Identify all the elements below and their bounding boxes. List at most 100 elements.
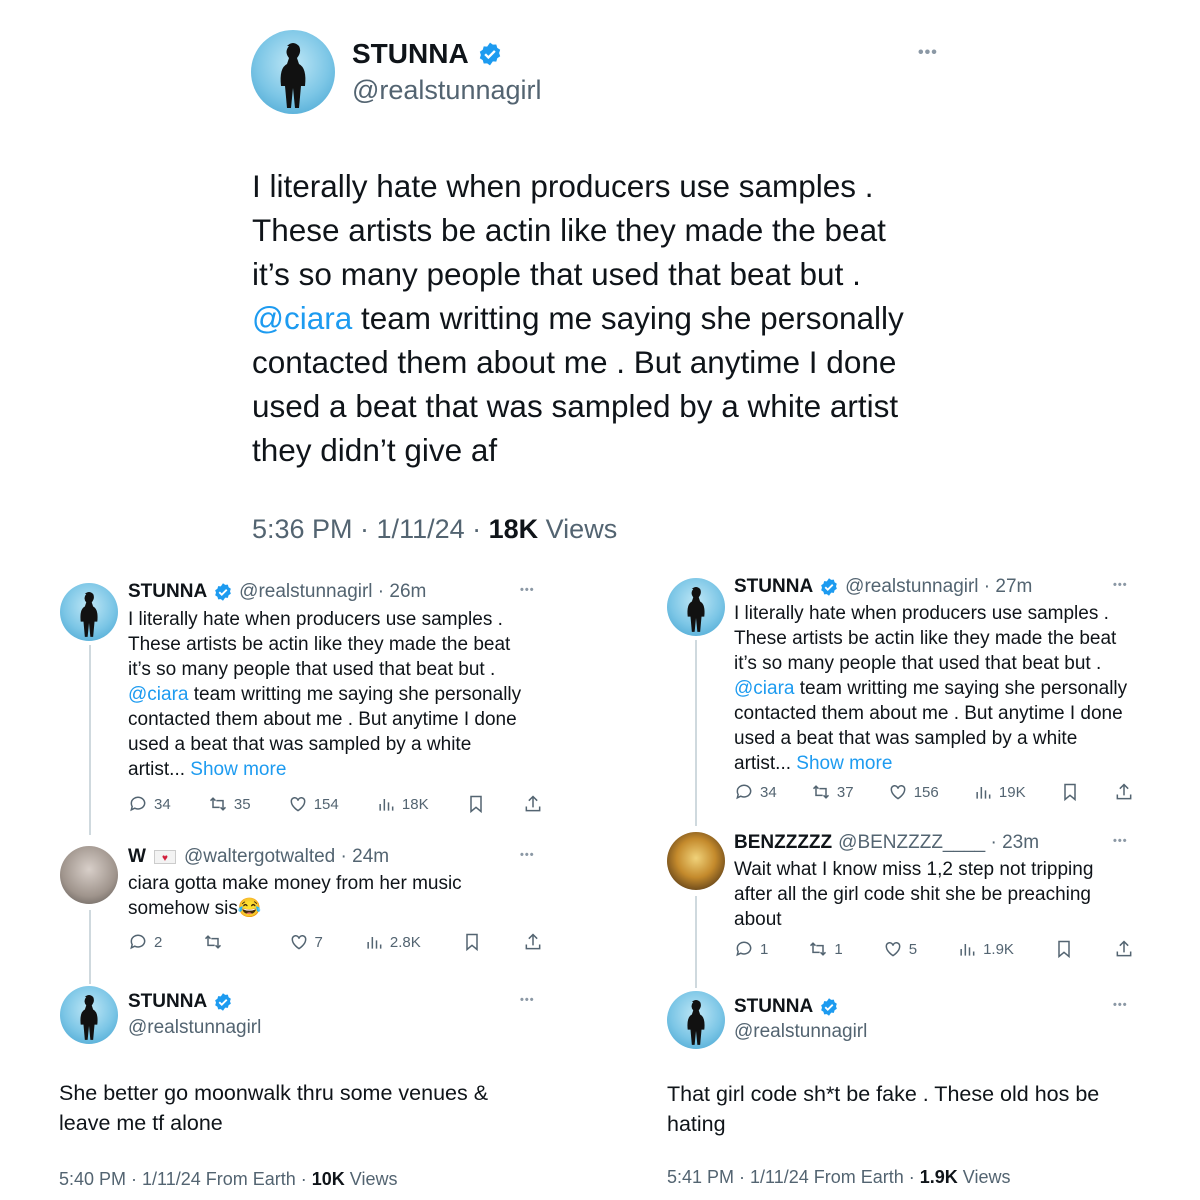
author-handle[interactable]: @BENZZZZ____ · 23m bbox=[838, 832, 1039, 854]
reply-icon bbox=[130, 934, 146, 950]
views-button[interactable]: 1.9K bbox=[957, 939, 1014, 959]
share-button[interactable] bbox=[523, 932, 543, 952]
retweet-button[interactable]: 35 bbox=[208, 794, 251, 814]
text-span: artist... bbox=[128, 759, 191, 780]
timestamp[interactable]: 5:41 PM · 1/11/24 From Earth · bbox=[667, 1167, 920, 1187]
tweet-meta: 5:40 PM · 1/11/24 From Earth · 10K Views bbox=[59, 1169, 398, 1190]
like-count: 7 bbox=[314, 933, 323, 951]
author-name[interactable]: STUNNA bbox=[128, 991, 207, 1013]
retweet-icon bbox=[812, 785, 829, 799]
mention-link[interactable]: @ciara bbox=[734, 678, 794, 699]
share-button[interactable] bbox=[1114, 782, 1134, 802]
bookmark-button[interactable] bbox=[1054, 939, 1074, 959]
text-line: ciara gotta make money from her music bbox=[128, 873, 462, 894]
tweet-avatar[interactable] bbox=[667, 578, 725, 636]
like-button[interactable]: 154 bbox=[288, 794, 339, 814]
views-icon bbox=[379, 799, 394, 811]
more-options-icon[interactable]: ••• bbox=[1113, 835, 1128, 847]
action-bar: 1 1 5 1.9K bbox=[734, 939, 1134, 959]
verified-icon bbox=[215, 993, 232, 1011]
verified-icon bbox=[821, 998, 838, 1016]
views-label: Views bbox=[344, 1169, 398, 1189]
more-options-icon[interactable]: ••• bbox=[918, 44, 938, 62]
show-more-link[interactable]: Show more bbox=[190, 759, 286, 780]
show-more-link[interactable]: Show more bbox=[796, 753, 892, 774]
like-button[interactable]: 7 bbox=[289, 932, 323, 952]
bookmark-button[interactable] bbox=[462, 932, 482, 952]
share-button[interactable] bbox=[523, 794, 543, 814]
main-tweet-text: I literally hate when producers use samp… bbox=[252, 164, 952, 472]
bookmark-button[interactable] bbox=[466, 794, 486, 814]
action-bar: 2 7 2.8K bbox=[128, 932, 543, 952]
timestamp[interactable]: 5:40 PM · 1/11/24 From Earth · bbox=[59, 1169, 312, 1189]
like-button[interactable]: 156 bbox=[888, 782, 939, 802]
bookmark-icon bbox=[466, 933, 478, 952]
reply-button[interactable]: 34 bbox=[734, 782, 777, 802]
author-handle[interactable]: @realstunnagirl · 27m bbox=[845, 576, 1032, 598]
author-name[interactable]: W bbox=[128, 846, 146, 868]
reply-count: 2 bbox=[154, 933, 163, 951]
author-handle[interactable]: @waltergotwalted · 24m bbox=[184, 846, 389, 868]
author-handle[interactable]: @realstunnagirl bbox=[128, 1017, 261, 1039]
mention-link[interactable]: @ciara bbox=[128, 684, 188, 705]
tweet-avatar[interactable] bbox=[667, 991, 725, 1049]
more-options-icon[interactable]: ••• bbox=[520, 584, 535, 596]
retweet-button[interactable]: 37 bbox=[811, 782, 854, 802]
text-line: leave me tf alone bbox=[59, 1111, 223, 1135]
text-line: I literally hate when producers use samp… bbox=[734, 603, 1109, 624]
views-icon bbox=[976, 787, 991, 799]
views-count: 18K bbox=[401, 795, 429, 813]
tweet-avatar[interactable] bbox=[60, 583, 118, 641]
share-icon bbox=[525, 795, 541, 812]
mention-link[interactable]: @ciara bbox=[252, 300, 352, 336]
author-name[interactable]: BENZZZZZ bbox=[734, 832, 832, 854]
more-options-icon[interactable]: ••• bbox=[1113, 999, 1128, 1011]
text-line: used a beat that was sampled by a white bbox=[128, 734, 472, 755]
tweet-header: W ♥ @waltergotwalted · 24m bbox=[128, 846, 389, 868]
author-name[interactable]: STUNNA bbox=[734, 576, 813, 598]
more-options-icon[interactable]: ••• bbox=[520, 849, 535, 861]
text-line: artist... Show more bbox=[734, 751, 1164, 776]
bookmark-icon bbox=[1064, 783, 1076, 802]
like-button[interactable]: 5 bbox=[883, 939, 917, 959]
text-line: Wait what I know miss 1,2 step not tripp… bbox=[734, 859, 1094, 880]
tweet-avatar[interactable] bbox=[667, 832, 725, 890]
more-options-icon[interactable]: ••• bbox=[1113, 579, 1128, 591]
main-avatar[interactable] bbox=[251, 30, 335, 114]
reply-button[interactable]: 2 bbox=[128, 932, 162, 952]
tweet-avatar[interactable] bbox=[60, 846, 118, 904]
main-timestamp[interactable]: 5:36 PM · 1/11/24 · bbox=[252, 514, 489, 544]
tweet-header: STUNNA @realstunnagirl · 27m bbox=[734, 576, 1032, 598]
author-name[interactable]: STUNNA bbox=[734, 996, 813, 1018]
retweet-button[interactable] bbox=[203, 932, 247, 952]
more-options-icon[interactable]: ••• bbox=[520, 994, 535, 1006]
share-icon bbox=[1116, 940, 1132, 957]
action-bar: 34 35 154 18K bbox=[128, 794, 543, 814]
thread-line bbox=[89, 645, 91, 835]
envelope-heart-icon: ♥ bbox=[153, 850, 176, 864]
author-handle[interactable]: @realstunnagirl bbox=[734, 1021, 867, 1043]
main-author-name[interactable]: STUNNA bbox=[352, 38, 469, 70]
bookmark-button[interactable] bbox=[1060, 782, 1080, 802]
text-line: artist... Show more bbox=[128, 757, 558, 782]
tweet-meta: 5:41 PM · 1/11/24 From Earth · 1.9K View… bbox=[667, 1167, 1011, 1188]
retweet-button[interactable]: 1 bbox=[808, 939, 843, 959]
tweet-text: I literally hate when producers use samp… bbox=[734, 601, 1164, 776]
like-count: 5 bbox=[908, 940, 918, 958]
retweet-count: 37 bbox=[836, 783, 854, 801]
reply-button[interactable]: 1 bbox=[734, 939, 768, 959]
main-author-handle[interactable]: @realstunnagirl bbox=[352, 75, 542, 106]
main-text-line: These artists be actin like they made th… bbox=[252, 212, 886, 248]
views-button[interactable]: 19K bbox=[973, 782, 1026, 802]
retweet-count: 1 bbox=[834, 940, 843, 958]
author-handle[interactable]: @realstunnagirl · 26m bbox=[239, 581, 426, 603]
views-button[interactable]: 2.8K bbox=[364, 932, 421, 952]
reply-button[interactable]: 34 bbox=[128, 794, 171, 814]
tweet-avatar[interactable] bbox=[60, 986, 118, 1044]
main-author-row: STUNNA bbox=[352, 38, 503, 70]
share-button[interactable] bbox=[1114, 939, 1134, 959]
views-label: Views bbox=[957, 1167, 1011, 1187]
author-name[interactable]: STUNNA bbox=[128, 581, 207, 603]
views-button[interactable]: 18K bbox=[376, 794, 429, 814]
main-text-line: it’s so many people that used that beat … bbox=[252, 256, 861, 292]
